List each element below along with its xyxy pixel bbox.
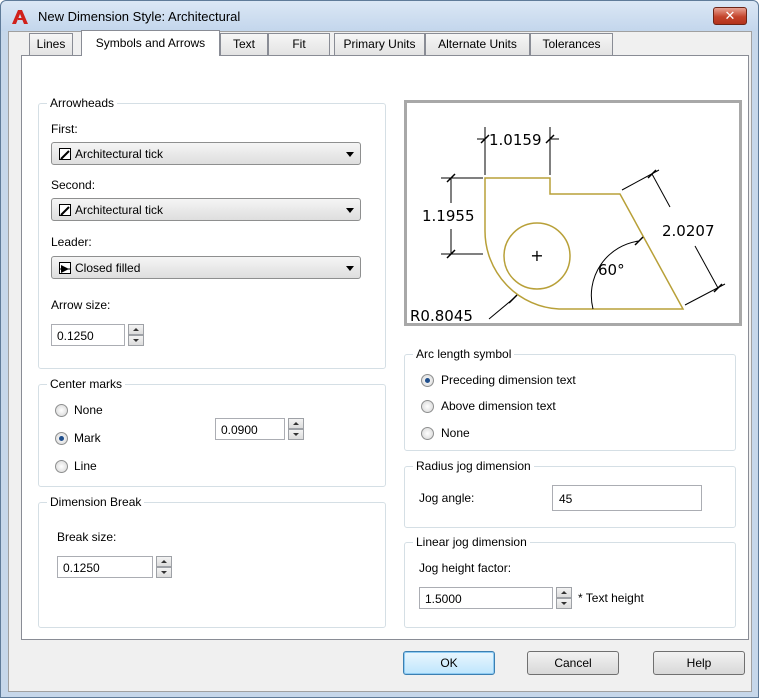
spin-up-icon[interactable] bbox=[128, 324, 144, 335]
radius-text: R0.8045 bbox=[410, 307, 473, 323]
spin-up-icon[interactable] bbox=[288, 418, 304, 429]
tick-mark bbox=[508, 294, 518, 304]
ok-button[interactable]: OK bbox=[403, 651, 495, 675]
leader-arrowhead-select[interactable]: Closed filled bbox=[51, 256, 361, 279]
dimension-preview: + 1.0159 1.1955 2.0207 60° R0.8045 bbox=[404, 100, 742, 326]
first-arrowhead-select[interactable]: Architectural tick bbox=[51, 142, 361, 165]
dim-left-text: 1.1955 bbox=[422, 207, 475, 225]
help-button[interactable]: Help bbox=[653, 651, 745, 675]
arrowheads-title: Arrowheads bbox=[47, 96, 118, 110]
leader-label: Leader: bbox=[51, 235, 92, 249]
second-arrowhead-select[interactable]: Architectural tick bbox=[51, 198, 361, 221]
architectural-tick-icon bbox=[59, 148, 71, 160]
arrow-size-label: Arrow size: bbox=[51, 298, 111, 312]
jog-angle-input[interactable]: 45 bbox=[552, 485, 702, 511]
arc-above-label: Above dimension text bbox=[441, 399, 556, 413]
dialog-window: New Dimension Style: Architectural ✕ Lin… bbox=[0, 0, 759, 698]
closed-filled-arrow-icon bbox=[59, 262, 71, 274]
radius-jog-title: Radius jog dimension bbox=[413, 459, 534, 473]
chevron-down-icon bbox=[346, 152, 354, 157]
arc-above-radio[interactable] bbox=[421, 400, 434, 413]
title-bar[interactable]: New Dimension Style: Architectural ✕ bbox=[1, 1, 758, 31]
arrow-size-value: 0.1250 bbox=[57, 329, 94, 343]
center-marks-title: Center marks bbox=[47, 377, 126, 391]
dim-line bbox=[651, 173, 671, 208]
arc-length-symbol-title: Arc length symbol bbox=[413, 347, 515, 361]
center-mark-none-radio[interactable] bbox=[55, 404, 68, 417]
cancel-button[interactable]: Cancel bbox=[527, 651, 619, 675]
tab-symbols-and-arrows[interactable]: Symbols and Arrows bbox=[81, 30, 220, 56]
tab-tolerances[interactable]: Tolerances bbox=[530, 33, 613, 55]
break-size-value: 0.1250 bbox=[63, 561, 100, 575]
jog-height-factor-label: Jog height factor: bbox=[419, 561, 512, 575]
linear-jog-group: Linear jog dimension bbox=[404, 535, 736, 628]
chevron-down-icon bbox=[346, 208, 354, 213]
tick-mark bbox=[713, 283, 723, 293]
arrow-size-stepper[interactable] bbox=[128, 324, 144, 346]
break-size-label: Break size: bbox=[57, 530, 117, 544]
tab-alternate-units[interactable]: Alternate Units bbox=[425, 33, 530, 55]
jog-height-factor-input[interactable]: 1.5000 bbox=[419, 587, 553, 609]
second-label: Second: bbox=[51, 178, 96, 192]
spin-down-icon[interactable] bbox=[128, 335, 144, 346]
tab-primary-units[interactable]: Primary Units bbox=[334, 33, 425, 55]
tab-text[interactable]: Text bbox=[220, 33, 268, 55]
linear-jog-title: Linear jog dimension bbox=[413, 535, 530, 549]
tab-lines[interactable]: Lines bbox=[29, 33, 73, 55]
arrow-size-input[interactable]: 0.1250 bbox=[51, 324, 125, 346]
center-mark-line-label: Line bbox=[74, 459, 97, 473]
dim-line bbox=[694, 245, 719, 289]
jog-angle-value: 45 bbox=[559, 492, 573, 506]
close-button[interactable]: ✕ bbox=[713, 7, 747, 25]
architectural-tick-icon bbox=[59, 204, 71, 216]
break-size-input[interactable]: 0.1250 bbox=[57, 556, 153, 578]
tick-mark bbox=[647, 169, 657, 179]
part-outline bbox=[484, 177, 685, 310]
spin-down-icon[interactable] bbox=[156, 567, 172, 578]
text-height-suffix: * Text height bbox=[578, 591, 644, 605]
jog-angle-label: Jog angle: bbox=[419, 491, 475, 505]
autocad-app-icon bbox=[12, 10, 28, 24]
angle-text: 60° bbox=[598, 261, 625, 279]
spin-up-icon[interactable] bbox=[556, 587, 572, 598]
center-mark-none-label: None bbox=[74, 403, 103, 417]
dim-top-text: 1.0159 bbox=[489, 131, 542, 149]
spin-down-icon[interactable] bbox=[556, 598, 572, 609]
arc-preceding-label: Preceding dimension text bbox=[441, 373, 576, 387]
tab-fit[interactable]: Fit bbox=[268, 33, 330, 55]
arc-none-radio[interactable] bbox=[421, 427, 434, 440]
chevron-down-icon bbox=[346, 266, 354, 271]
leader-arrowhead-value: Closed filled bbox=[75, 261, 141, 275]
first-arrowhead-value: Architectural tick bbox=[75, 147, 164, 161]
center-mark-mark-radio[interactable] bbox=[55, 432, 68, 445]
jog-height-factor-value: 1.5000 bbox=[425, 592, 462, 606]
preview-drawing: + 1.0159 1.1955 2.0207 60° R0.8045 bbox=[410, 127, 726, 325]
center-mark-line-radio[interactable] bbox=[55, 460, 68, 473]
first-label: First: bbox=[51, 122, 78, 136]
spin-up-icon[interactable] bbox=[156, 556, 172, 567]
center-mark-size-stepper[interactable] bbox=[288, 418, 304, 440]
dim-right-text: 2.0207 bbox=[662, 222, 715, 240]
dimension-break-title: Dimension Break bbox=[47, 495, 145, 509]
center-mark-size-value: 0.0900 bbox=[221, 423, 258, 437]
center-mark-mark-label: Mark bbox=[74, 431, 101, 445]
arc-none-label: None bbox=[441, 426, 470, 440]
break-size-stepper[interactable] bbox=[156, 556, 172, 578]
center-mark-glyph: + bbox=[530, 246, 543, 265]
spin-down-icon[interactable] bbox=[288, 429, 304, 440]
arc-preceding-radio[interactable] bbox=[421, 374, 434, 387]
jog-height-factor-stepper[interactable] bbox=[556, 587, 572, 609]
second-arrowhead-value: Architectural tick bbox=[75, 203, 164, 217]
window-title: New Dimension Style: Architectural bbox=[38, 9, 241, 24]
center-mark-size-input[interactable]: 0.0900 bbox=[215, 418, 285, 440]
